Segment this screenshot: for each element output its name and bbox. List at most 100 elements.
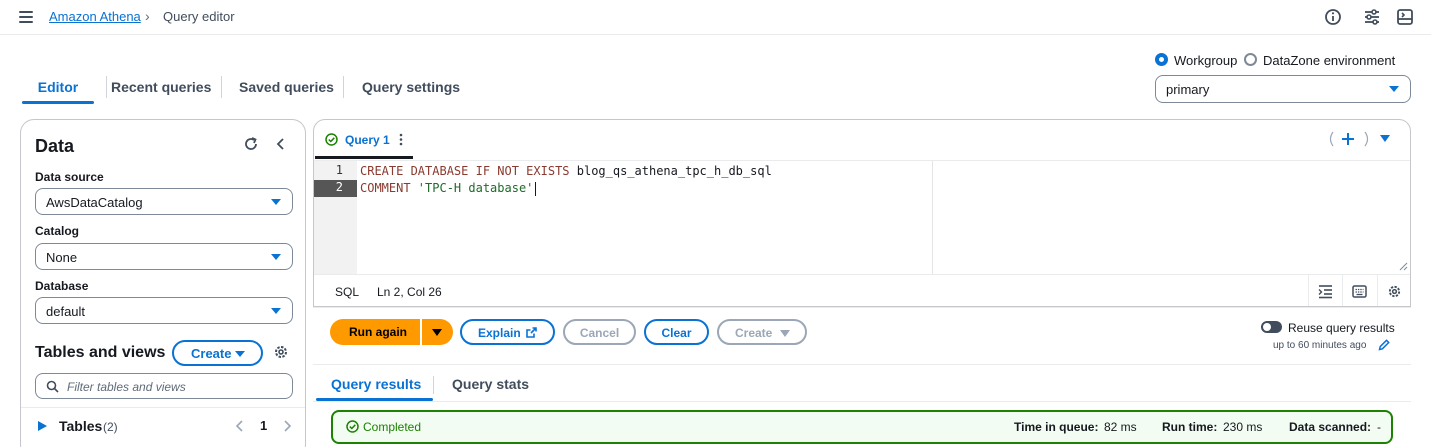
tab-divider: [433, 376, 434, 394]
tab-query-stats[interactable]: Query stats: [452, 376, 529, 392]
query-tab[interactable]: Query 1: [314, 120, 414, 160]
expand-caret-icon[interactable]: [38, 421, 47, 431]
query-editor: Query 1 1 2 CREATE DATABASE IF NOT EXIST…: [313, 119, 1411, 307]
format-indent-icon[interactable]: [1318, 284, 1333, 299]
gear-icon[interactable]: [273, 344, 289, 360]
split-panel-icon[interactable]: [1396, 8, 1414, 26]
collapse-left-icon[interactable]: [273, 136, 289, 152]
left-paren-icon: [1329, 131, 1334, 147]
next-page-icon[interactable]: [282, 420, 292, 432]
tab-divider: [106, 76, 107, 98]
check-circle-icon: [346, 420, 359, 433]
filter-tables-input[interactable]: Filter tables and views: [35, 373, 293, 399]
tables-count: (2): [103, 420, 118, 434]
divider: [1308, 275, 1309, 306]
add-query-icon[interactable]: [1341, 132, 1355, 146]
cancel-label: Cancel: [579, 326, 620, 340]
reuse-results-label: Reuse query results: [1288, 321, 1395, 335]
line-gutter: 1 2: [314, 161, 357, 275]
language-label: SQL: [335, 285, 360, 299]
clear-button[interactable]: Clear: [644, 319, 709, 345]
tune-icon[interactable]: [1363, 8, 1381, 26]
sql-text: blog_qs_athena_tpc_h_db_sql: [569, 164, 772, 178]
tables-views-title: Tables and views: [35, 344, 166, 361]
divider: [21, 407, 305, 408]
chevron-down-icon: [1389, 86, 1399, 92]
caret-down-icon[interactable]: [1380, 135, 1390, 142]
workgroup-select[interactable]: primary: [1155, 75, 1411, 103]
data-panel-title: Data: [35, 136, 75, 156]
datazone-radio-label: DataZone environment: [1263, 53, 1396, 68]
sql-string: 'TPC-H database': [410, 181, 534, 195]
database-label: Database: [35, 279, 89, 293]
right-paren-icon: [1364, 131, 1369, 147]
resize-handle-icon[interactable]: [1399, 262, 1408, 271]
database-select[interactable]: default: [35, 297, 293, 324]
time-in-queue-label: Time in queue:: [1014, 420, 1099, 434]
more-options-icon[interactable]: [399, 133, 403, 146]
reuse-results-sub: up to 60 minutes ago: [1273, 340, 1367, 351]
data-panel: Data Data source AwsDataCatalog Catalog …: [20, 119, 306, 447]
catalog-select[interactable]: None: [35, 243, 293, 270]
tab-editor[interactable]: Editor: [22, 70, 94, 104]
gear-icon[interactable]: [1387, 284, 1402, 299]
data-source-select[interactable]: AwsDataCatalog: [35, 188, 293, 215]
run-options-button[interactable]: [422, 319, 453, 345]
caret-down-icon: [432, 329, 442, 336]
print-margin: [932, 161, 933, 275]
refresh-icon[interactable]: [243, 136, 259, 152]
cancel-button[interactable]: Cancel: [563, 319, 636, 345]
code-line[interactable]: CREATE DATABASE IF NOT EXISTS blog_qs_at…: [360, 164, 772, 181]
editor-status-bar: SQL Ln 2, Col 26: [314, 274, 1410, 306]
tab-query-settings[interactable]: Query settings: [362, 70, 460, 104]
tables-row[interactable]: Tables (2) 1: [35, 417, 295, 437]
create-label: Create: [735, 326, 773, 340]
catalog-label: Catalog: [35, 224, 80, 238]
tab-saved-queries[interactable]: Saved queries: [239, 70, 334, 104]
explain-button[interactable]: Explain: [460, 319, 555, 345]
run-again-button[interactable]: Run again: [330, 319, 420, 345]
menu-icon[interactable]: [19, 11, 33, 23]
time-in-queue-value: 82 ms: [1104, 420, 1137, 434]
data-source-value: AwsDataCatalog: [46, 195, 143, 210]
divider: [313, 364, 1411, 365]
tab-divider: [221, 76, 222, 98]
tab-recent-queries[interactable]: Recent queries: [111, 70, 211, 104]
breadcrumb-amazon-athena[interactable]: Amazon Athena: [49, 9, 141, 24]
code-area[interactable]: 1 2 CREATE DATABASE IF NOT EXISTS blog_q…: [314, 160, 1410, 275]
keyboard-icon[interactable]: [1352, 284, 1367, 299]
sql-keyword: COMMENT: [360, 181, 411, 195]
catalog-value: None: [46, 250, 78, 265]
divider: [313, 401, 1411, 402]
divider: [1342, 275, 1343, 306]
check-circle-icon: [325, 133, 338, 146]
database-value: default: [46, 304, 86, 319]
workgroup-radio[interactable]: [1155, 53, 1168, 66]
text-cursor: [535, 181, 537, 196]
create-table-button[interactable]: Create: [172, 340, 263, 366]
reuse-results-toggle[interactable]: [1261, 321, 1282, 333]
line-number: 1: [335, 163, 343, 177]
datazone-radio[interactable]: [1244, 53, 1257, 66]
info-icon[interactable]: [1324, 8, 1342, 26]
tab-query-results[interactable]: Query results: [331, 376, 421, 392]
divider: [313, 307, 1411, 308]
run-time-label: Run time:: [1162, 420, 1218, 434]
sql-keyword: CREATE DATABASE IF NOT EXISTS: [360, 164, 570, 178]
data-source-label: Data source: [35, 170, 104, 184]
prev-page-icon[interactable]: [235, 420, 245, 432]
create-button[interactable]: Create: [717, 319, 807, 345]
breadcrumb-current: Query editor: [163, 9, 235, 24]
query-tab-label: Query 1: [345, 133, 390, 147]
code-line[interactable]: COMMENT 'TPC-H database': [360, 181, 537, 198]
workgroup-select-value: primary: [1166, 82, 1210, 97]
breadcrumb-separator: ›: [145, 8, 150, 24]
filter-placeholder: Filter tables and views: [67, 380, 186, 394]
caret-down-icon: [235, 351, 245, 357]
create-table-label: Create: [191, 346, 232, 361]
external-link-icon: [526, 327, 537, 338]
edit-pencil-icon[interactable]: [1378, 339, 1390, 351]
chevron-down-icon: [271, 254, 281, 260]
page-number[interactable]: 1: [260, 418, 267, 433]
tab-divider: [343, 76, 344, 98]
